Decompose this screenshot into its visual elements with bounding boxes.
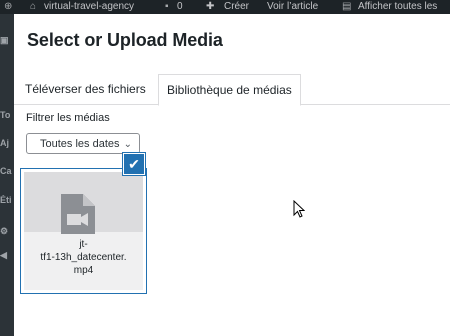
view-article-link[interactable]: Voir l’article [267,0,318,14]
plus-icon[interactable]: ✚ [206,0,214,14]
media-modal: Select or Upload Media Téléverser des fi… [14,14,450,336]
mouse-cursor-icon [293,200,305,218]
admin-sidebar: ▣ To Aj Ca Éti ⚙ ◀ [0,14,14,336]
wordpress-logo-icon[interactable]: ⊕ [4,0,12,14]
comments-icon[interactable]: ▪ [165,0,169,14]
filename-line: mp4 [73,265,94,276]
sidebar-menu-icon[interactable]: ▣ [0,35,14,46]
chevron-down-icon: ⌄ [123,139,132,150]
media-router-tabs: Téléverser des fichiers Bibliothèque de … [14,74,450,106]
date-filter-value: Toutes les dates [40,138,120,150]
new-link[interactable]: Créer [224,0,249,14]
sidebar-item-0[interactable]: To [0,110,14,120]
checkmark-icon[interactable]: ✔ [124,154,144,174]
admin-bar: ⊕ ⌂ virtual-travel-agency ▪ 0 ✚ Créer Vo… [0,0,450,14]
comments-count[interactable]: 0 [177,0,183,14]
date-filter-select[interactable]: Toutes les dates ⌄ [26,133,140,154]
attachment-filename: jt- tf1-13h_datecenter. mp4 [24,238,143,277]
attachment-item[interactable]: jt- tf1-13h_datecenter. mp4 [24,172,143,290]
sidebar-item-3[interactable]: Éti [0,195,14,205]
filename-line: tf1-13h_datecenter. [40,252,127,263]
filter-label: Filtrer les médias [26,112,110,124]
sidebar-collapse-icon[interactable]: ◀ [0,250,14,261]
sidebar-item-2[interactable]: Ca [0,166,14,176]
tab-media-library[interactable]: Bibliothèque de médias [158,74,301,106]
site-name-link[interactable]: virtual-travel-agency [44,0,134,14]
sidebar-item-1[interactable]: Aj [0,138,14,148]
home-icon[interactable]: ⌂ [30,0,36,14]
modal-title: Select or Upload Media [27,30,223,50]
list-icon[interactable]: ▤ [342,0,351,14]
show-all-link[interactable]: Afficher toutes les [358,0,437,14]
filename-line: jt- [79,239,88,250]
video-file-icon [61,194,95,234]
tab-upload-files[interactable]: Téléverser des fichiers [25,74,146,104]
sidebar-settings-icon[interactable]: ⚙ [0,226,14,237]
